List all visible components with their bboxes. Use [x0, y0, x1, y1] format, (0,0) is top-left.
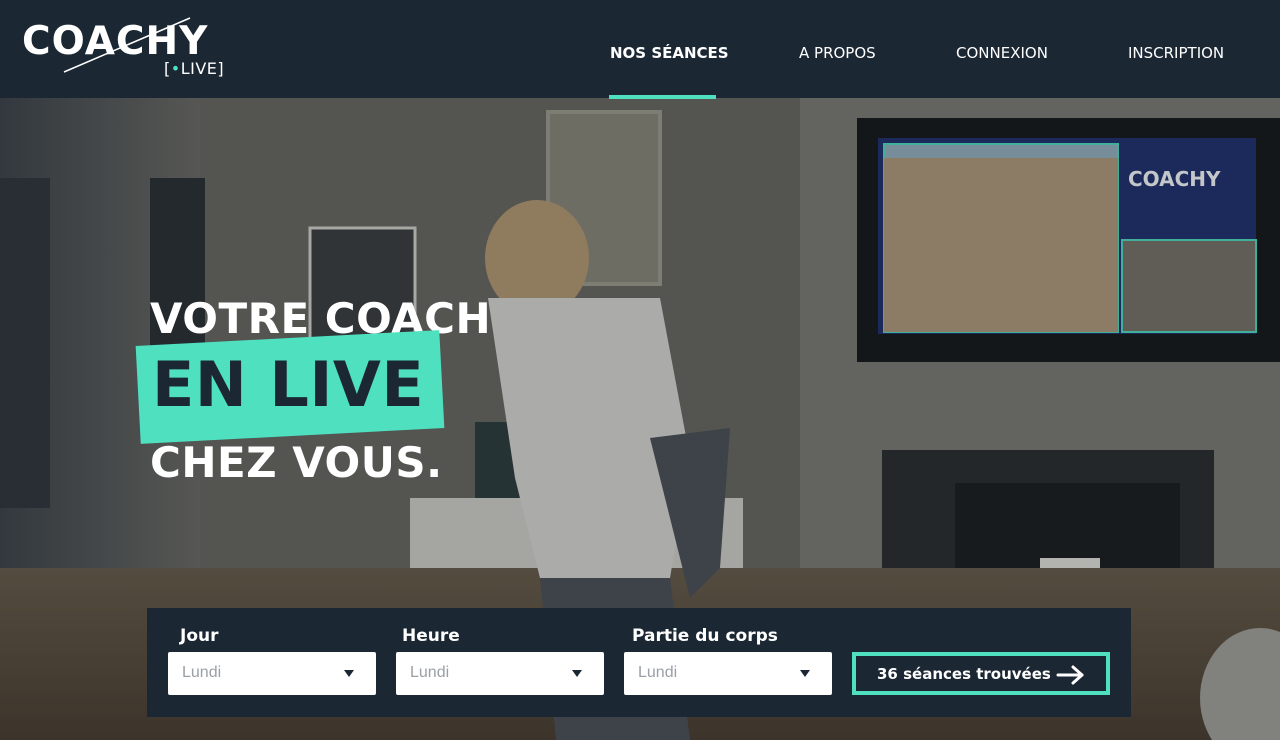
logo-bracket: [ — [164, 59, 171, 78]
nav-connexion[interactable]: CONNEXION — [956, 44, 1048, 62]
coachy-live-logo[interactable]: COACHY [•LIVE] — [22, 16, 232, 82]
results-count-label: 36 séances trouvées — [877, 665, 1051, 683]
jour-select[interactable]: Lundi — [168, 652, 376, 695]
nav-nos-seances[interactable]: NOS SÉANCES — [610, 44, 729, 62]
caret-down-icon — [800, 670, 810, 677]
hero-headline-line2: EN LIVE — [152, 348, 425, 421]
top-navbar: COACHY [•LIVE] NOS SÉANCES A PROPOS CONN… — [0, 0, 1280, 99]
filter-label-heure: Heure — [402, 626, 460, 646]
caret-down-icon — [344, 670, 354, 677]
nav-inscription[interactable]: INSCRIPTION — [1128, 44, 1224, 62]
logo-live-dot: • — [170, 59, 181, 78]
logo-live-text: LIVE] — [180, 59, 225, 78]
active-nav-indicator — [609, 95, 716, 99]
jour-select-value: Lundi — [182, 664, 222, 681]
heure-select-value: Lundi — [410, 664, 450, 681]
logo-live-tag: [•LIVE] — [164, 60, 224, 78]
arrow-right-icon — [1056, 665, 1084, 685]
filter-label-jour: Jour — [180, 626, 219, 646]
results-button[interactable]: 36 séances trouvées — [852, 652, 1110, 695]
session-filter-bar: Jour Lundi Heure Lundi Partie du corps L… — [147, 608, 1131, 717]
filter-label-partie-du-corps: Partie du corps — [632, 626, 778, 646]
caret-down-icon — [572, 670, 582, 677]
logo-wordmark: COACHY — [22, 19, 209, 64]
partie-du-corps-select[interactable]: Lundi — [624, 652, 832, 695]
heure-select[interactable]: Lundi — [396, 652, 604, 695]
partie-du-corps-select-value: Lundi — [638, 664, 678, 681]
hero-headline-line3: CHEZ VOUS. — [150, 438, 443, 487]
nav-a-propos[interactable]: A PROPOS — [799, 44, 876, 62]
